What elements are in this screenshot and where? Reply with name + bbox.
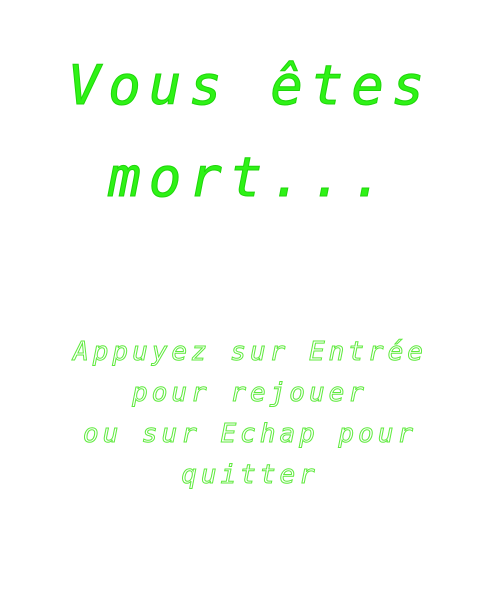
game-over-title-line: mort...	[108, 146, 392, 210]
instruction-line: Appuyez sur Entrée	[73, 337, 427, 368]
game-over-screen: Vous êtes mort... Appuyez sur Entrée pou…	[0, 0, 500, 600]
instruction-line: ou sur Echap pour	[82, 419, 418, 450]
game-over-title-line: Vous êtes	[67, 54, 433, 118]
game-over-title: Vous êtes mort...	[0, 40, 500, 224]
instruction-line: quitter	[181, 460, 319, 491]
instruction-line: pour rejouer	[132, 378, 368, 409]
restart-quit-instructions: Appuyez sur Entrée pour rejouer ou sur E…	[0, 332, 500, 496]
